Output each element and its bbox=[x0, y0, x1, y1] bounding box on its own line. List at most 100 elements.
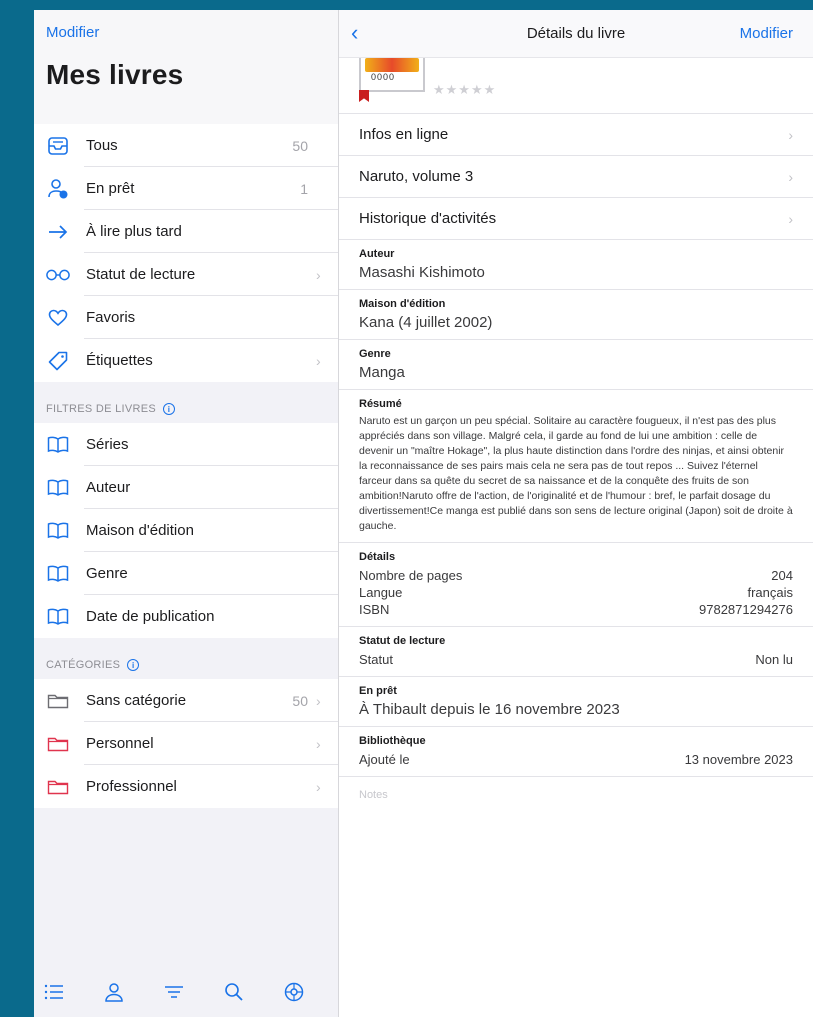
added-date-key: Ajouté le bbox=[359, 752, 410, 767]
back-chevron-icon[interactable]: ‹ bbox=[351, 20, 358, 46]
book-header: 0000 ★★★★★ bbox=[339, 58, 813, 114]
filter-item-date-publication[interactable]: Date de publication bbox=[34, 595, 338, 638]
rating-stars[interactable]: ★★★★★ bbox=[433, 82, 496, 98]
info-icon[interactable]: i bbox=[163, 403, 176, 415]
publisher-section: Maison d'édition Kana (4 juillet 2002) bbox=[339, 290, 813, 340]
filter-item-label: Genre bbox=[86, 565, 128, 582]
filter-item-maison-edition[interactable]: Maison d'édition bbox=[34, 509, 338, 552]
chevron-right-icon: › bbox=[316, 266, 321, 283]
list-icon[interactable] bbox=[44, 980, 64, 1004]
person-icon[interactable] bbox=[104, 980, 124, 1004]
summary-section: Résumé Naruto est un garçon un peu spéci… bbox=[339, 390, 813, 543]
reading-status-key: Statut bbox=[359, 652, 393, 667]
filter-item-series[interactable]: Séries bbox=[34, 423, 338, 466]
person-loan-icon bbox=[46, 177, 70, 201]
activity-history-row[interactable]: Historique d'activités › bbox=[339, 198, 813, 240]
online-info-row[interactable]: Infos en ligne › bbox=[339, 114, 813, 156]
publisher-value: Kana (4 juillet 2002) bbox=[359, 314, 493, 331]
book-icon bbox=[46, 562, 70, 586]
section-label: Auteur bbox=[359, 248, 395, 260]
added-date-value: 13 novembre 2023 bbox=[684, 752, 793, 767]
notes-field[interactable]: Notes bbox=[339, 777, 813, 813]
chevron-right-icon: › bbox=[788, 126, 793, 143]
details-section: Détails Nombre de pages 204 Langue franç… bbox=[339, 543, 813, 627]
sidebar-item-favoris[interactable]: Favoris bbox=[34, 296, 338, 339]
filters-section-header: FILTRES DE LIVRES i bbox=[34, 382, 338, 423]
chevron-right-icon: › bbox=[788, 210, 793, 227]
section-label: Statut de lecture bbox=[359, 635, 446, 647]
filters-group: Séries Auteur Maison d'édition Genre Dat… bbox=[34, 423, 338, 638]
sidebar: Modifier Mes livres Tous 50 En prêt 1 À … bbox=[34, 10, 339, 1017]
chevron-right-icon: › bbox=[788, 168, 793, 185]
section-label: Résumé bbox=[359, 398, 402, 410]
sidebar-item-statut-de-lecture[interactable]: Statut de lecture › bbox=[34, 253, 338, 296]
tag-icon bbox=[46, 349, 70, 373]
info-icon[interactable]: i bbox=[127, 659, 140, 671]
sidebar-item-label: Favoris bbox=[86, 309, 136, 326]
detail-row-language: Langue français bbox=[359, 584, 793, 601]
category-item-label: Professionnel bbox=[86, 778, 177, 795]
edit-button[interactable]: Modifier bbox=[740, 25, 793, 42]
summary-text: Naruto est un garçon un peu spécial. Sol… bbox=[359, 415, 793, 532]
chevron-right-icon: › bbox=[316, 778, 321, 795]
filter-icon[interactable] bbox=[164, 980, 184, 1004]
filter-item-label: Date de publication bbox=[86, 608, 215, 625]
reading-status-section: Statut de lecture Statut Non lu bbox=[339, 627, 813, 677]
filter-item-auteur[interactable]: Auteur bbox=[34, 466, 338, 509]
genre-section: Genre Manga bbox=[339, 340, 813, 390]
sidebar-item-en-pret[interactable]: En prêt 1 bbox=[34, 167, 338, 210]
loan-section: En prêt À Thibault depuis le 16 novembre… bbox=[339, 677, 813, 727]
row-label: Naruto, volume 3 bbox=[359, 168, 474, 185]
series-row[interactable]: Naruto, volume 3 › bbox=[339, 156, 813, 198]
filter-item-label: Maison d'édition bbox=[86, 522, 194, 539]
added-date-row: Ajouté le 13 novembre 2023 bbox=[359, 751, 793, 768]
sidebar-item-label: Étiquettes bbox=[86, 352, 153, 369]
section-label: Maison d'édition bbox=[359, 298, 446, 310]
sidebar-header: Modifier Mes livres bbox=[34, 10, 338, 124]
tray-icon bbox=[46, 134, 70, 158]
detail-row-pages: Nombre de pages 204 bbox=[359, 567, 793, 584]
sidebar-item-label: Tous bbox=[86, 137, 118, 154]
search-icon[interactable] bbox=[224, 980, 244, 1004]
genre-value: Manga bbox=[359, 364, 405, 381]
categories-section-header: CATÉGORIES i bbox=[34, 638, 338, 679]
filter-item-genre[interactable]: Genre bbox=[34, 552, 338, 595]
cover-number: 0000 bbox=[371, 72, 396, 82]
detail-value: 9782871294276 bbox=[699, 602, 793, 617]
loan-value: À Thibault depuis le 16 novembre 2023 bbox=[359, 701, 620, 718]
bottom-toolbar bbox=[34, 967, 338, 1017]
ipad-screen: Modifier Mes livres Tous 50 En prêt 1 À … bbox=[34, 10, 813, 1017]
book-icon bbox=[46, 605, 70, 629]
sidebar-item-a-lire-plus-tard[interactable]: À lire plus tard bbox=[34, 210, 338, 253]
item-count: 1 bbox=[300, 180, 308, 197]
section-label: En prêt bbox=[359, 685, 397, 697]
category-item-label: Personnel bbox=[86, 735, 154, 752]
item-count: 50 bbox=[292, 692, 308, 709]
sidebar-item-tous[interactable]: Tous 50 bbox=[34, 124, 338, 167]
glasses-icon bbox=[46, 263, 70, 287]
book-detail-pane: ‹ Détails du livre Modifier 0000 ★★★★★ I… bbox=[339, 10, 813, 1017]
settings-icon[interactable] bbox=[284, 980, 304, 1004]
category-item-personnel[interactable]: Personnel › bbox=[34, 722, 338, 765]
sidebar-item-label: À lire plus tard bbox=[86, 223, 182, 240]
sidebar-item-etiquettes[interactable]: Étiquettes › bbox=[34, 339, 338, 382]
section-label: Genre bbox=[359, 348, 391, 360]
detail-key: Langue bbox=[359, 585, 403, 600]
sidebar-edit-button[interactable]: Modifier bbox=[46, 24, 326, 41]
book-icon bbox=[46, 476, 70, 500]
chevron-right-icon: › bbox=[316, 692, 321, 709]
category-item-professionnel[interactable]: Professionnel › bbox=[34, 765, 338, 808]
filter-item-label: Auteur bbox=[86, 479, 131, 496]
categories-group: Sans catégorie 50 › Personnel › Professi… bbox=[34, 679, 338, 808]
detail-key: ISBN bbox=[359, 602, 390, 617]
folder-icon bbox=[46, 775, 70, 799]
section-label: Bibliothèque bbox=[359, 735, 426, 747]
library-group: Tous 50 En prêt 1 À lire plus tard Statu… bbox=[34, 124, 338, 382]
sidebar-title: Mes livres bbox=[46, 59, 184, 90]
category-item-sans-categorie[interactable]: Sans catégorie 50 › bbox=[34, 679, 338, 722]
book-cover[interactable]: 0000 bbox=[359, 58, 425, 92]
sidebar-item-label: Statut de lecture bbox=[86, 266, 196, 283]
detail-value: 204 bbox=[771, 568, 793, 583]
chevron-right-icon: › bbox=[316, 352, 321, 369]
chevron-right-icon: › bbox=[316, 735, 321, 752]
